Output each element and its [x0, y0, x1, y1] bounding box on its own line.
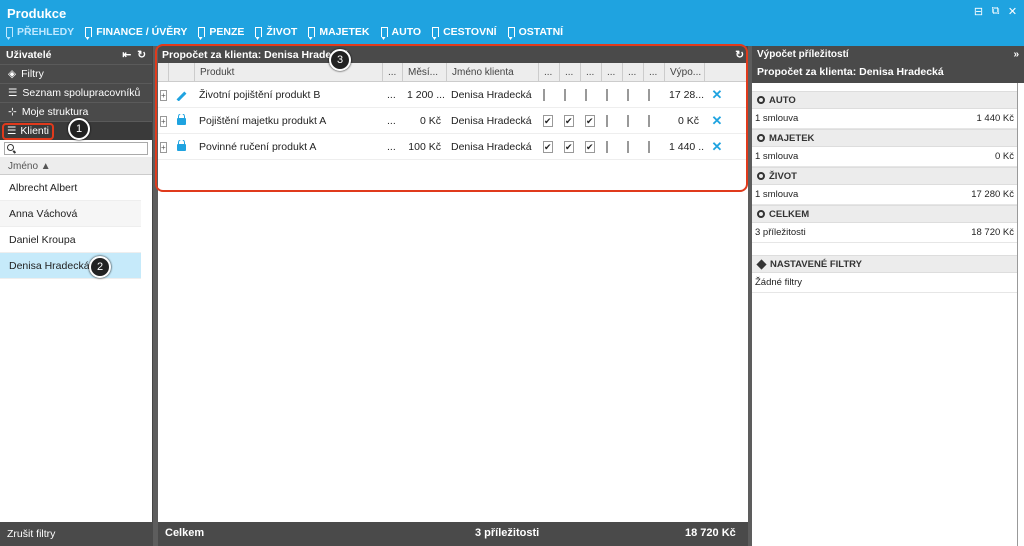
opportunity-header: Výpočet příležitostí » — [752, 46, 1024, 63]
nav-finance[interactable]: FINANCE / ÚVĚRY — [85, 26, 187, 38]
bookmark-icon — [198, 27, 206, 37]
layers-icon — [756, 258, 767, 270]
opportunity-panel: Výpočet příležitostí » Propočet za klien… — [752, 46, 1024, 546]
minimize-icon[interactable]: ⊟ — [973, 5, 984, 18]
column-jmeno[interactable]: Jméno ▲ — [0, 157, 152, 175]
main-nav: PŘEHLEDY FINANCE / ÚVĚRY PENZE ŽIVOT MAJ… — [6, 26, 563, 38]
search-icon — [7, 144, 14, 151]
client-item-selected[interactable]: Denisa Hradecká — [0, 253, 141, 279]
section-zivot: ŽIVOT — [752, 167, 1017, 185]
layers-icon: ◈ — [8, 68, 17, 80]
gears-icon — [757, 96, 765, 104]
client-item[interactable]: Daniel Kroupa — [0, 227, 141, 253]
badge-1: 1 — [68, 118, 90, 140]
restore-icon[interactable]: ⧉ — [990, 5, 1001, 18]
nav-ostatni[interactable]: OSTATNÍ — [507, 26, 563, 38]
section-row: 1 smlouva 0 Kč — [752, 147, 1017, 167]
users-panel-header: Uživatelé ⇤ ↻ — [0, 46, 152, 64]
section-filters: NASTAVENÉ FILTRY — [752, 255, 1017, 273]
sitemap-icon: ⊹ — [8, 106, 17, 118]
section-row: 1 smlouva 17 280 Kč — [752, 185, 1017, 205]
section-celkem: CELKEM — [752, 205, 1017, 223]
window-controls: ⊟ ⧉ ✕ — [973, 5, 1018, 18]
bookmark-icon — [6, 27, 13, 37]
search-row — [0, 140, 152, 157]
nav-cestovni[interactable]: CESTOVNÍ — [432, 26, 497, 38]
gears-icon — [757, 172, 765, 180]
close-icon[interactable]: ✕ — [1007, 5, 1018, 18]
section-majetek: MAJETEK — [752, 129, 1017, 147]
badge-3: 3 — [329, 49, 351, 71]
summary-footer: Celkem 3 příležitosti 18 720 Kč — [158, 522, 748, 546]
clear-filters-button[interactable]: Zrušit filtry — [0, 522, 153, 546]
bookmark-icon — [85, 27, 93, 37]
nav-zivot[interactable]: ŽIVOT — [255, 26, 297, 38]
opportunity-subtitle: Propočet za klienta: Denisa Hradecká — [752, 63, 1024, 83]
section-row: 3 příležitosti 18 720 Kč — [752, 223, 1017, 243]
footer-count: 3 příležitosti — [475, 527, 540, 539]
collapse-left-icon[interactable]: ⇤ — [122, 49, 131, 61]
collapse-right-icon[interactable]: » — [1013, 49, 1019, 60]
nav-majetek[interactable]: MAJETEK — [308, 26, 370, 38]
menu-filtry[interactable]: ◈ Filtry — [0, 64, 152, 83]
klienti-highlight: ☰ Klienti — [2, 122, 55, 140]
client-item[interactable]: Anna Váchová — [0, 201, 141, 227]
bookmark-icon — [507, 27, 515, 37]
opportunity-body: AUTO 1 smlouva 1 440 Kč MAJETEK 1 smlouva… — [752, 83, 1018, 546]
section-row: Žádné filtry — [752, 273, 1017, 293]
callout-grid — [155, 44, 748, 192]
gears-icon — [757, 210, 765, 218]
nav-penze[interactable]: PENZE — [198, 26, 244, 38]
bookmark-icon — [308, 27, 316, 37]
footer-label: Celkem — [165, 527, 205, 539]
footer-total: 18 720 Kč — [685, 527, 736, 539]
section-auto: AUTO — [752, 91, 1017, 109]
top-bar: Produkce ⊟ ⧉ ✕ PŘEHLEDY FINANCE / ÚVĚRY … — [0, 0, 1024, 46]
users-panel-title: Uživatelé — [6, 49, 52, 61]
client-item[interactable]: Albrecht Albert — [0, 175, 141, 201]
nav-prehledy[interactable]: PŘEHLEDY — [6, 26, 74, 38]
badge-2: 2 — [89, 256, 111, 278]
app-title: Produkce — [7, 6, 67, 21]
opportunity-title: Výpočet příležitostí — [757, 49, 849, 60]
nav-auto[interactable]: AUTO — [380, 26, 421, 38]
client-search-input[interactable] — [4, 142, 148, 155]
section-row: 1 smlouva 1 440 Kč — [752, 109, 1017, 129]
list-icon: ☰ — [8, 87, 18, 99]
refresh-icon[interactable]: ↻ — [137, 49, 146, 61]
bookmark-icon — [380, 27, 388, 37]
gears-icon — [757, 134, 765, 142]
bookmark-icon — [432, 27, 440, 37]
list-icon: ☰ — [7, 125, 17, 137]
menu-seznam[interactable]: ☰ Seznam spolupracovníků — [0, 83, 152, 102]
bookmark-icon — [255, 27, 263, 37]
